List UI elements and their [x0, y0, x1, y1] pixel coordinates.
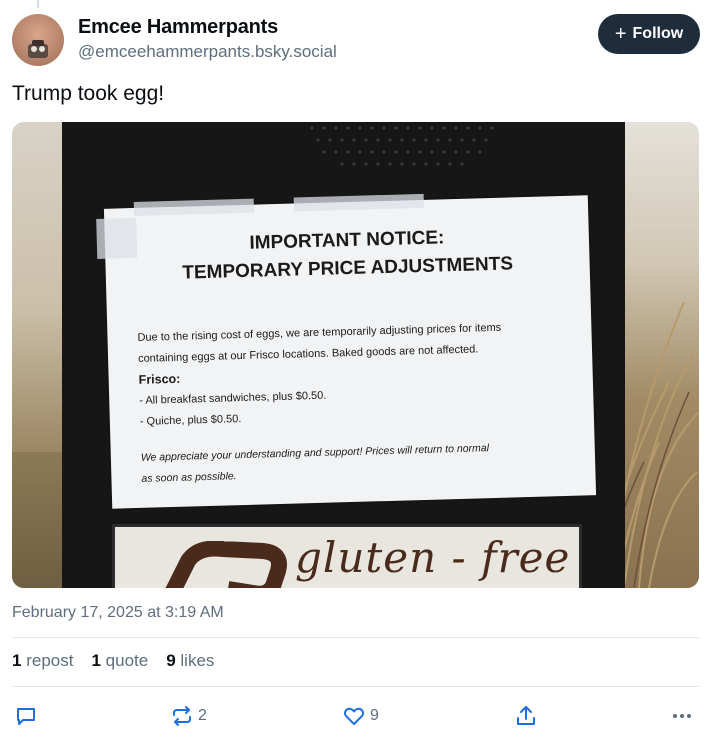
heart-icon: [343, 707, 365, 725]
quote-count: 1: [91, 651, 101, 670]
repost-icon: [173, 706, 191, 726]
notice-footer: We appreciate your understanding and sup…: [141, 436, 572, 490]
likes-label: likes: [180, 651, 215, 670]
repost-stat[interactable]: 1 repost: [12, 651, 73, 671]
post-actions: 2 9: [12, 702, 699, 730]
author-display-name[interactable]: Emcee Hammerpants: [78, 16, 278, 39]
reply-icon: [17, 708, 35, 725]
author-handle[interactable]: @emceehammerpants.bsky.social: [78, 42, 337, 62]
image-sign-text: gluten - free: [295, 533, 571, 582]
follow-button[interactable]: + Follow: [598, 14, 700, 54]
follow-button-label: Follow: [632, 25, 684, 42]
image-tape: [133, 198, 255, 216]
repost-count: 1: [12, 651, 22, 670]
image-speaker-grille: [310, 126, 494, 166]
divider: [12, 637, 699, 638]
like-button[interactable]: 9: [342, 702, 379, 730]
notice-body: Due to the rising cost of eggs, we are t…: [137, 316, 570, 433]
image-tape: [293, 193, 425, 212]
quote-label: quote: [105, 651, 149, 670]
repost-action-count: 2: [198, 707, 207, 724]
likes-count: 9: [166, 651, 176, 670]
quote-stat[interactable]: 1 quote: [91, 651, 148, 671]
divider: [12, 686, 699, 687]
thread-connector-line: [37, 0, 39, 8]
repost-label: repost: [26, 651, 74, 670]
reply-button[interactable]: [14, 702, 38, 730]
post-timestamp[interactable]: February 17, 2025 at 3:19 AM: [12, 604, 224, 622]
likes-stat[interactable]: 9 likes: [166, 651, 214, 671]
avatar-figure-icon: [28, 40, 48, 58]
post-header: Emcee Hammerpants @emceehammerpants.bsky…: [12, 12, 700, 68]
post-text: Trump took egg!: [12, 82, 165, 105]
like-action-count: 9: [370, 707, 379, 724]
repost-button[interactable]: 2: [170, 702, 207, 730]
post-image[interactable]: IMPORTANT NOTICE: TEMPORARY PRICE ADJUST…: [12, 122, 699, 588]
share-button[interactable]: [514, 702, 538, 730]
share-icon: [517, 706, 535, 725]
post-stats: 1 repost 1 quote 9 likes: [12, 651, 214, 671]
more-options-button[interactable]: [670, 702, 694, 730]
more-icon: [673, 714, 691, 718]
image-notice-paper: IMPORTANT NOTICE: TEMPORARY PRICE ADJUST…: [96, 193, 597, 509]
image-gluten-free-sign: gluten - free: [112, 524, 582, 588]
plus-icon: +: [614, 23, 627, 45]
image-sign-swirl: [165, 541, 287, 588]
avatar[interactable]: [12, 14, 64, 66]
